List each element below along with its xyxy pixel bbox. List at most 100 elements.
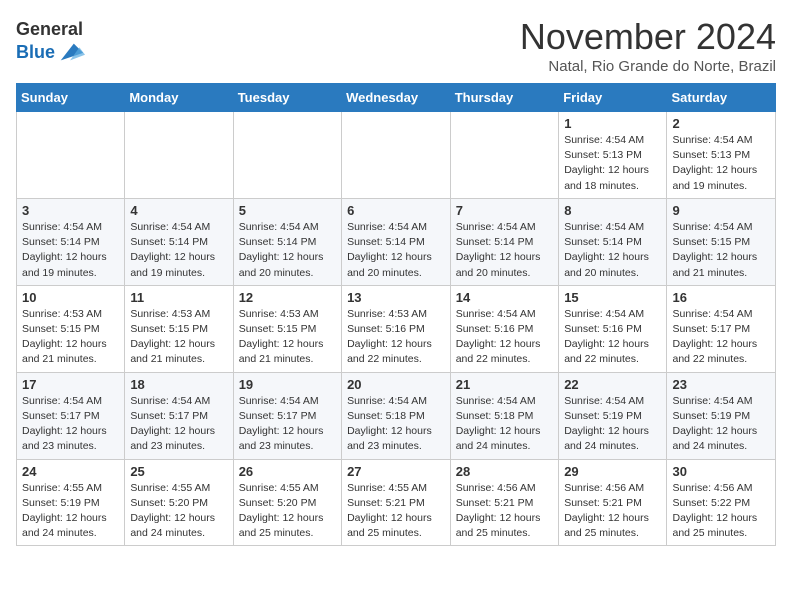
day-number: 17: [22, 377, 119, 392]
day-info: Sunrise: 4:56 AMSunset: 5:21 PMDaylight:…: [456, 481, 553, 542]
calendar-cell: 8Sunrise: 4:54 AMSunset: 5:14 PMDaylight…: [559, 198, 667, 285]
calendar-cell: 12 Sunrise: 4:53 AMSunset: 5:15 PMDayligh…: [233, 285, 341, 372]
calendar-cell: 1 Sunrise: 4:54 AMSunset: 5:13 PMDaylight…: [559, 112, 667, 199]
day-info: Sunrise: 4:54 AMSunset: 5:14 PMDaylight:…: [239, 220, 336, 281]
day-info: Sunrise: 4:55 AMSunset: 5:19 PMDaylight:…: [22, 481, 119, 542]
day-number: 18: [130, 377, 227, 392]
calendar-cell: 16Sunrise: 4:54 AMSunset: 5:17 PMDayligh…: [667, 285, 776, 372]
weekday-header-sunday: Sunday: [17, 84, 125, 112]
day-number: 2: [672, 116, 770, 131]
day-number: 25: [130, 464, 227, 479]
calendar-cell: 30 Sunrise: 4:56 AMSunset: 5:22 PMDayligh…: [667, 459, 776, 546]
day-info: Sunrise: 4:54 AMSunset: 5:14 PMDaylight:…: [564, 220, 661, 281]
calendar-cell: 25 Sunrise: 4:55 AMSunset: 5:20 PMDayligh…: [125, 459, 233, 546]
day-number: 24: [22, 464, 119, 479]
day-number: 15: [564, 290, 661, 305]
day-number: 21: [456, 377, 553, 392]
day-number: 11: [130, 290, 227, 305]
calendar-cell: 4 Sunrise: 4:54 AMSunset: 5:14 PMDaylight…: [125, 198, 233, 285]
day-info: Sunrise: 4:54 AMSunset: 5:17 PMDaylight:…: [672, 307, 770, 368]
logo-general: General: [16, 20, 85, 38]
calendar-cell: 13 Sunrise: 4:53 AMSunset: 5:16 PMDayligh…: [342, 285, 451, 372]
day-info: Sunrise: 4:54 AMSunset: 5:17 PMDaylight:…: [239, 394, 336, 455]
day-info: Sunrise: 4:54 AMSunset: 5:13 PMDaylight:…: [672, 133, 770, 194]
header: General Blue November 2024 Natal, Rio Gr…: [16, 16, 776, 75]
weekday-header-tuesday: Tuesday: [233, 84, 341, 112]
day-info: Sunrise: 4:55 AMSunset: 5:20 PMDaylight:…: [239, 481, 336, 542]
day-number: 27: [347, 464, 445, 479]
calendar-table: SundayMondayTuesdayWednesdayThursdayFrid…: [16, 83, 776, 546]
day-number: 20: [347, 377, 445, 392]
calendar-cell: 15 Sunrise: 4:54 AMSunset: 5:16 PMDayligh…: [559, 285, 667, 372]
calendar-week-row: 1 Sunrise: 4:54 AMSunset: 5:13 PMDaylight…: [17, 112, 776, 199]
calendar-cell: 21Sunrise: 4:54 AMSunset: 5:18 PMDayligh…: [450, 372, 558, 459]
calendar-cell: 26 Sunrise: 4:55 AMSunset: 5:20 PMDayligh…: [233, 459, 341, 546]
day-info: Sunrise: 4:56 AMSunset: 5:22 PMDaylight:…: [672, 481, 770, 542]
day-number: 3: [22, 203, 119, 218]
calendar-cell: 2 Sunrise: 4:54 AMSunset: 5:13 PMDaylight…: [667, 112, 776, 199]
day-info: Sunrise: 4:55 AMSunset: 5:21 PMDaylight:…: [347, 481, 445, 542]
day-number: 4: [130, 203, 227, 218]
weekday-header-monday: Monday: [125, 84, 233, 112]
calendar-cell: 20Sunrise: 4:54 AMSunset: 5:18 PMDayligh…: [342, 372, 451, 459]
day-info: Sunrise: 4:53 AMSunset: 5:15 PMDaylight:…: [130, 307, 227, 368]
calendar-cell: 23 Sunrise: 4:54 AMSunset: 5:19 PMDayligh…: [667, 372, 776, 459]
calendar-cell: 24 Sunrise: 4:55 AMSunset: 5:19 PMDayligh…: [17, 459, 125, 546]
day-number: 9: [672, 203, 770, 218]
day-info: Sunrise: 4:54 AMSunset: 5:14 PMDaylight:…: [22, 220, 119, 281]
weekday-header-row: SundayMondayTuesdayWednesdayThursdayFrid…: [17, 84, 776, 112]
calendar-cell: 29 Sunrise: 4:56 AMSunset: 5:21 PMDayligh…: [559, 459, 667, 546]
calendar-cell: [450, 112, 558, 199]
calendar-cell: 11 Sunrise: 4:53 AMSunset: 5:15 PMDayligh…: [125, 285, 233, 372]
calendar-cell: 17 Sunrise: 4:54 AMSunset: 5:17 PMDayligh…: [17, 372, 125, 459]
day-number: 26: [239, 464, 336, 479]
calendar-cell: 22Sunrise: 4:54 AMSunset: 5:19 PMDayligh…: [559, 372, 667, 459]
day-number: 19: [239, 377, 336, 392]
day-number: 28: [456, 464, 553, 479]
weekday-header-wednesday: Wednesday: [342, 84, 451, 112]
day-info: Sunrise: 4:54 AMSunset: 5:14 PMDaylight:…: [130, 220, 227, 281]
day-info: Sunrise: 4:55 AMSunset: 5:20 PMDaylight:…: [130, 481, 227, 542]
day-number: 7: [456, 203, 553, 218]
calendar-cell: 19 Sunrise: 4:54 AMSunset: 5:17 PMDayligh…: [233, 372, 341, 459]
calendar-cell: 5 Sunrise: 4:54 AMSunset: 5:14 PMDaylight…: [233, 198, 341, 285]
day-info: Sunrise: 4:54 AMSunset: 5:14 PMDaylight:…: [347, 220, 445, 281]
day-info: Sunrise: 4:54 AMSunset: 5:17 PMDaylight:…: [22, 394, 119, 455]
calendar-week-row: 24 Sunrise: 4:55 AMSunset: 5:19 PMDayligh…: [17, 459, 776, 546]
day-number: 1: [564, 116, 661, 131]
day-number: 30: [672, 464, 770, 479]
day-number: 23: [672, 377, 770, 392]
logo-blue: Blue: [16, 43, 55, 61]
day-number: 12: [239, 290, 336, 305]
location-subtitle: Natal, Rio Grande do Norte, Brazil: [520, 58, 776, 75]
logo: General Blue: [16, 20, 85, 66]
calendar-cell: 18 Sunrise: 4:54 AMSunset: 5:17 PMDayligh…: [125, 372, 233, 459]
day-info: Sunrise: 4:53 AMSunset: 5:15 PMDaylight:…: [239, 307, 336, 368]
calendar-week-row: 10Sunrise: 4:53 AMSunset: 5:15 PMDayligh…: [17, 285, 776, 372]
day-info: Sunrise: 4:54 AMSunset: 5:13 PMDaylight:…: [564, 133, 661, 194]
calendar-cell: 6 Sunrise: 4:54 AMSunset: 5:14 PMDaylight…: [342, 198, 451, 285]
day-info: Sunrise: 4:54 AMSunset: 5:19 PMDaylight:…: [672, 394, 770, 455]
day-info: Sunrise: 4:54 AMSunset: 5:17 PMDaylight:…: [130, 394, 227, 455]
day-info: Sunrise: 4:53 AMSunset: 5:16 PMDaylight:…: [347, 307, 445, 368]
calendar-week-row: 17 Sunrise: 4:54 AMSunset: 5:17 PMDayligh…: [17, 372, 776, 459]
calendar-cell: 28 Sunrise: 4:56 AMSunset: 5:21 PMDayligh…: [450, 459, 558, 546]
calendar-cell: [233, 112, 341, 199]
logo-icon: [57, 38, 85, 66]
day-number: 6: [347, 203, 445, 218]
day-number: 13: [347, 290, 445, 305]
day-info: Sunrise: 4:56 AMSunset: 5:21 PMDaylight:…: [564, 481, 661, 542]
day-number: 29: [564, 464, 661, 479]
weekday-header-saturday: Saturday: [667, 84, 776, 112]
calendar-cell: [17, 112, 125, 199]
day-info: Sunrise: 4:54 AMSunset: 5:14 PMDaylight:…: [456, 220, 553, 281]
day-info: Sunrise: 4:54 AMSunset: 5:15 PMDaylight:…: [672, 220, 770, 281]
day-number: 5: [239, 203, 336, 218]
day-info: Sunrise: 4:54 AMSunset: 5:19 PMDaylight:…: [564, 394, 661, 455]
day-info: Sunrise: 4:54 AMSunset: 5:16 PMDaylight:…: [564, 307, 661, 368]
month-title: November 2024: [520, 16, 776, 58]
day-number: 14: [456, 290, 553, 305]
calendar-cell: [125, 112, 233, 199]
weekday-header-friday: Friday: [559, 84, 667, 112]
day-info: Sunrise: 4:53 AMSunset: 5:15 PMDaylight:…: [22, 307, 119, 368]
